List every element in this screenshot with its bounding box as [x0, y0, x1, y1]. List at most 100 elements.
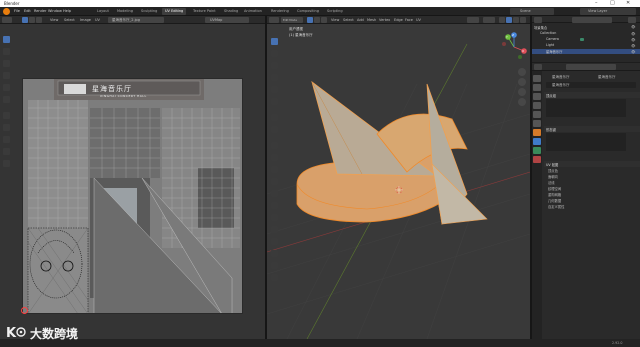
grab-tool-icon[interactable]: [3, 124, 10, 131]
panel-vertex-groups[interactable]: 顶点组: [544, 92, 640, 98]
shading-render-icon[interactable]: [520, 17, 526, 23]
shading-material-icon[interactable]: [513, 17, 519, 23]
scene-tab-icon[interactable]: [533, 111, 541, 118]
output-tab-icon[interactable]: [533, 93, 541, 100]
face-select-icon[interactable]: [321, 17, 327, 23]
rip-region-tool-icon[interactable]: [271, 274, 278, 281]
panel-geometry-data[interactable]: 几何数据: [544, 198, 640, 203]
vp-move-tool-icon[interactable]: [271, 62, 278, 69]
outliner-row-camera[interactable]: Camera: [532, 37, 640, 42]
properties-editor-type[interactable]: [534, 64, 542, 70]
uv-menu-image[interactable]: Image: [80, 18, 91, 22]
tab-modeling[interactable]: Modeling: [114, 8, 136, 15]
vp-menu-edge[interactable]: Edge: [394, 18, 403, 22]
visibility-eye-icon[interactable]: 👁: [631, 38, 635, 42]
panel-remesh[interactable]: 重构网格: [544, 192, 640, 197]
panel-face-maps[interactable]: 面朝向: [544, 174, 640, 179]
overlay-toggle-icon[interactable]: [467, 17, 479, 23]
world-tab-icon[interactable]: [533, 120, 541, 127]
vertex-select-icon[interactable]: [307, 17, 313, 23]
image-selector[interactable]: 星海音乐厅_2.jpg: [108, 17, 164, 23]
menu-help[interactable]: Help: [63, 9, 71, 13]
editor-type-dropdown[interactable]: [2, 17, 12, 23]
shear-tool-icon[interactable]: [271, 262, 278, 269]
menu-render[interactable]: Render: [34, 9, 46, 13]
extrude-tool-icon[interactable]: [271, 142, 278, 149]
loop-cut-tool-icon[interactable]: [271, 178, 278, 185]
tab-compositing[interactable]: Compositing: [294, 8, 322, 15]
3d-viewport-area[interactable]: Edit Mode View Select Add Mesh Vertex Ed…: [267, 16, 530, 339]
tab-texture-paint[interactable]: Texture Paint: [190, 8, 219, 15]
tab-rendering[interactable]: Rendering: [268, 8, 292, 15]
mode-selector[interactable]: Edit Mode: [281, 17, 303, 23]
close-button[interactable]: ✕: [626, 0, 630, 6]
tab-shading[interactable]: Shading: [221, 8, 241, 15]
maximize-button[interactable]: □: [610, 0, 615, 6]
cursor-tool-icon[interactable]: [3, 48, 10, 55]
modifier-tab-icon[interactable]: [533, 138, 541, 145]
uv-menu-view[interactable]: View: [50, 18, 58, 22]
view-layer-selector[interactable]: View Layer: [580, 8, 636, 15]
blender-logo-icon[interactable]: [3, 8, 10, 15]
vp-menu-add[interactable]: Add: [357, 18, 364, 22]
uv-editor-area[interactable]: View Select Image UV 星海音乐厅_2.jpg UVMap 星…: [0, 16, 265, 339]
select-box-tool-icon[interactable]: [3, 36, 10, 43]
outliner-search-field[interactable]: [572, 16, 612, 23]
material-tab-icon[interactable]: [533, 156, 541, 163]
tab-animation[interactable]: Animation: [241, 8, 265, 15]
zoom-icon[interactable]: [518, 68, 526, 76]
vertex-group-list[interactable]: [546, 99, 626, 117]
minimize-button[interactable]: –: [595, 0, 598, 6]
vp-select-tool-icon[interactable]: [271, 38, 278, 45]
vp-menu-select[interactable]: Select: [343, 18, 354, 22]
relax-tool-icon[interactable]: [3, 136, 10, 143]
inset-tool-icon[interactable]: [271, 154, 278, 161]
visibility-eye-icon[interactable]: 👁: [631, 50, 635, 54]
move-tool-icon[interactable]: [3, 60, 10, 67]
vp-menu-view[interactable]: View: [331, 18, 339, 22]
uv-map-selector[interactable]: UVMap: [205, 17, 249, 23]
camera-view-icon[interactable]: [518, 88, 526, 96]
view-layer-tab-icon[interactable]: [533, 102, 541, 109]
shading-solid-icon[interactable]: [506, 17, 512, 23]
select-mode-face[interactable]: [36, 17, 42, 23]
shrink-fatten-tool-icon[interactable]: [271, 250, 278, 257]
outliner-editor-type[interactable]: [534, 16, 542, 23]
menu-window[interactable]: Window: [48, 9, 62, 13]
visibility-eye-icon[interactable]: 👁: [631, 32, 635, 36]
vp-rotate-tool-icon[interactable]: [271, 74, 278, 81]
vp-menu-face[interactable]: Face: [405, 18, 413, 22]
viewport-editor-type[interactable]: [269, 17, 279, 23]
viewport-scene[interactable]: [267, 24, 530, 339]
visibility-eye-icon[interactable]: 👁: [631, 25, 635, 29]
object-tab-icon[interactable]: [533, 129, 541, 136]
2d-cursor-icon[interactable]: [21, 307, 28, 314]
vp-annotate-tool-icon[interactable]: [271, 114, 278, 121]
panel-vertex-colors[interactable]: 顶点色: [544, 168, 640, 173]
select-mode-edge[interactable]: [29, 17, 35, 23]
panel-normals[interactable]: 法线: [544, 180, 640, 185]
menu-edit[interactable]: Edit: [24, 9, 31, 13]
pinch-tool-icon[interactable]: [3, 148, 10, 155]
uv-texture-canvas[interactable]: [22, 78, 243, 314]
vp-cursor-tool-icon[interactable]: [271, 50, 278, 57]
smooth-tool-icon[interactable]: [271, 226, 278, 233]
vp-scale-tool-icon[interactable]: [271, 86, 278, 93]
menu-file[interactable]: File: [14, 9, 20, 13]
tab-sculpting[interactable]: Sculpting: [138, 8, 160, 15]
perspective-toggle-icon[interactable]: [518, 98, 526, 106]
spin-tool-icon[interactable]: [271, 214, 278, 221]
properties-search-field[interactable]: [566, 64, 616, 70]
tab-scripting[interactable]: Scripting: [324, 8, 346, 15]
tab-layout[interactable]: Layout: [94, 8, 112, 15]
camera-data-icon[interactable]: [580, 38, 584, 41]
select-mode-vertex[interactable]: [22, 17, 28, 23]
knife-tool-icon[interactable]: [271, 190, 278, 197]
vp-transform-tool-icon[interactable]: [271, 98, 278, 105]
edge-slide-tool-icon[interactable]: [271, 238, 278, 245]
outliner-row-selected-object[interactable]: 星海音乐厅: [532, 49, 640, 54]
vp-menu-uv[interactable]: UV: [416, 18, 421, 22]
outliner-row-light[interactable]: Light: [532, 43, 640, 48]
shape-key-list[interactable]: [546, 133, 626, 151]
tab-uv-editing[interactable]: UV Editing: [162, 8, 187, 15]
